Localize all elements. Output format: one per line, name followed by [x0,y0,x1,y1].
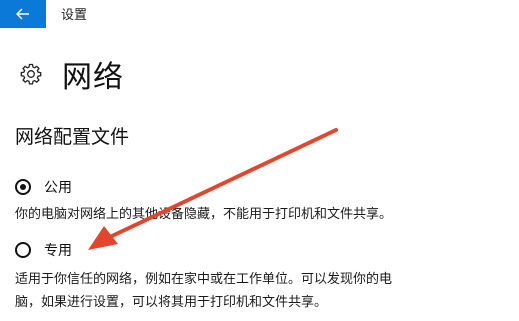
back-button[interactable] [0,0,46,28]
window-title: 设置 [61,8,88,23]
radio-label-private: 专用 [44,243,72,259]
page-header: 网络 [18,52,124,96]
description-private: 适用于你信任的网络，例如在家中或在工作单位。可以发现你的电 脑，如果进行设置，可… [15,268,485,314]
section-title-network-profile: 网络配置文件 [15,126,130,148]
radio-option-private[interactable]: 专用 [15,240,72,260]
description-private-line-1: 适用于你信任的网络，例如在家中或在工作单位。可以发现你的电 [15,272,393,287]
radio-label-public: 公用 [44,180,72,196]
radio-button-public[interactable] [15,179,31,195]
radio-option-public[interactable]: 公用 [15,177,72,197]
description-private-line-2: 脑，如果进行设置，可以将其用于打印机和文件共享。 [15,295,328,310]
title-bar: 设置 [0,0,519,28]
radio-button-private[interactable] [15,242,31,258]
page-title: 网络 [62,60,124,95]
gear-icon [18,61,44,87]
back-arrow-icon [16,5,30,24]
description-public: 你的电脑对网络上的其他设备隐藏，不能用于打印机和文件共享。 [15,207,393,222]
